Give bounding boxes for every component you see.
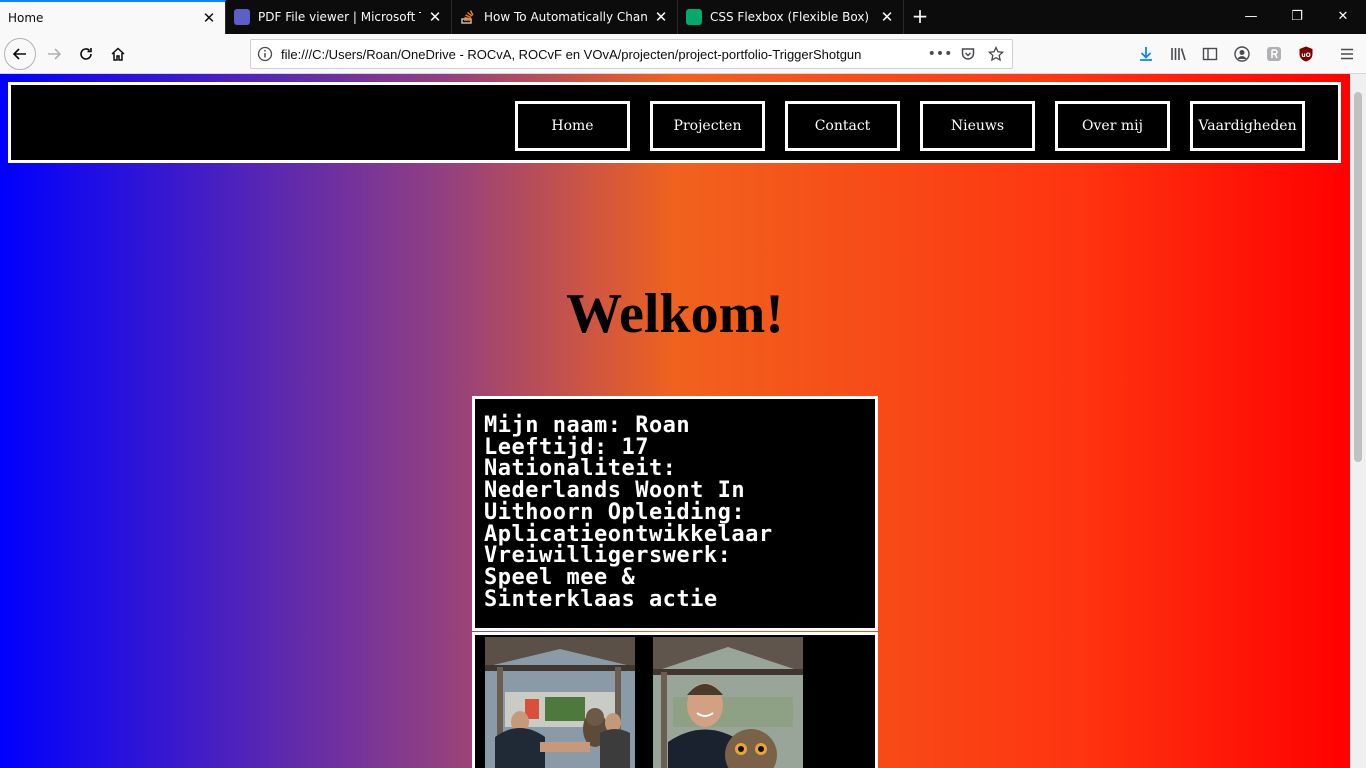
navigation-toolbar: file:///C:/Users/Roan/OneDrive - ROCvA, … xyxy=(0,34,1366,74)
restore-icon[interactable]: ❐ xyxy=(1274,0,1320,34)
info-line: Uithoorn Opleiding: xyxy=(484,499,746,525)
nav-home[interactable]: Home xyxy=(515,101,630,151)
tab-title: Home xyxy=(8,11,44,25)
forward-button[interactable] xyxy=(38,38,70,70)
ublock-icon[interactable]: uO xyxy=(1295,43,1317,65)
back-arrow-icon xyxy=(12,48,26,60)
pocket-icon[interactable] xyxy=(958,44,978,64)
info-line: Aplicatieontwikkelaar xyxy=(484,521,773,547)
menu-icon[interactable] xyxy=(1336,43,1358,65)
tab-home[interactable]: Home ✕ xyxy=(0,0,226,34)
w3schools-icon xyxy=(686,9,702,25)
info-line: Mijn naam: Roan xyxy=(484,413,691,438)
nav-vaardigheden[interactable]: Vaardigheden xyxy=(1190,101,1305,151)
home-icon xyxy=(111,47,125,61)
new-tab-button[interactable]: + xyxy=(904,0,936,34)
home-button[interactable] xyxy=(102,38,134,70)
tab-title: How To Automatically Change xyxy=(484,10,647,24)
info-line: Vreiwilligerswerk: xyxy=(484,543,732,569)
info-line: Sinterklaas actie xyxy=(484,586,718,612)
forward-arrow-icon xyxy=(48,48,62,60)
nav-nieuws[interactable]: Nieuws xyxy=(920,101,1035,151)
reload-button[interactable] xyxy=(70,38,102,70)
page-actions-icon[interactable]: ••• xyxy=(928,44,953,64)
close-tab-icon[interactable]: ✕ xyxy=(201,10,217,26)
page-viewport: Home Projecten Contact Nieuws Over mij V… xyxy=(0,74,1350,768)
library-icon[interactable] xyxy=(1167,43,1189,65)
personal-info-box: Mijn naam: Roan Leeftijd: 17 Nationalite… xyxy=(472,396,878,631)
info-line: Speel mee & xyxy=(484,564,636,590)
window-controls: — ❐ ✕ xyxy=(1228,0,1366,34)
tab-title: PDF File viewer | Microsoft Teams xyxy=(258,10,421,24)
nav-projecten[interactable]: Projecten xyxy=(650,101,765,151)
close-window-icon[interactable]: ✕ xyxy=(1320,0,1366,34)
tab-stackoverflow[interactable]: How To Automatically Change ✕ xyxy=(452,0,678,34)
photo-person-with-owl-2 xyxy=(653,637,803,768)
teams-icon xyxy=(234,9,250,25)
sidebar-icon[interactable] xyxy=(1199,43,1221,65)
welcome-heading: Welkom! xyxy=(566,283,784,345)
url-bar[interactable]: file:///C:/Users/Roan/OneDrive - ROCvA, … xyxy=(250,39,1013,69)
url-text[interactable]: file:///C:/Users/Roan/OneDrive - ROCvA, … xyxy=(281,47,922,62)
info-line: Leeftijd: 17 xyxy=(484,434,649,460)
photo-person-with-owl-1 xyxy=(485,637,635,768)
info-line: Nationaliteit: xyxy=(484,456,677,482)
close-tab-icon[interactable]: ✕ xyxy=(427,9,443,25)
tab-bar: Home ✕ PDF File viewer | Microsoft Teams… xyxy=(0,0,1366,34)
close-tab-icon[interactable]: ✕ xyxy=(653,9,669,25)
tab-teams[interactable]: PDF File viewer | Microsoft Teams ✕ xyxy=(226,0,452,34)
extension-icon[interactable] xyxy=(1263,43,1285,65)
page-scrollbar[interactable] xyxy=(1350,74,1366,768)
scrollbar-thumb[interactable] xyxy=(1354,92,1362,462)
close-tab-icon[interactable]: ✕ xyxy=(879,9,895,25)
nav-contact[interactable]: Contact xyxy=(785,101,900,151)
site-navigation: Home Projecten Contact Nieuws Over mij V… xyxy=(8,82,1341,163)
bookmark-star-icon[interactable] xyxy=(986,44,1006,64)
tab-w3schools[interactable]: CSS Flexbox (Flexible Box) ✕ xyxy=(678,0,904,34)
tab-title: CSS Flexbox (Flexible Box) xyxy=(710,10,870,24)
downloads-icon[interactable] xyxy=(1135,43,1157,65)
nav-over-mij[interactable]: Over mij xyxy=(1055,101,1170,151)
info-icon[interactable] xyxy=(257,46,273,62)
stackoverflow-icon xyxy=(460,9,476,25)
back-button[interactable] xyxy=(4,38,36,70)
photo-gallery xyxy=(472,632,878,768)
account-icon[interactable] xyxy=(1231,43,1253,65)
reload-icon xyxy=(80,48,92,60)
info-line: Nederlands Woont In xyxy=(484,478,746,504)
svg-text:uO: uO xyxy=(1301,52,1310,59)
minimize-icon[interactable]: — xyxy=(1228,0,1274,34)
